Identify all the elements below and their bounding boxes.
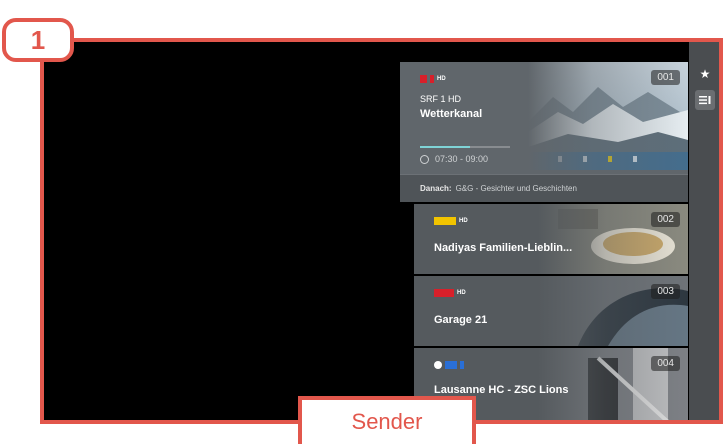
program-time: 07:30 - 09:00 bbox=[420, 154, 488, 164]
channel-list-icon[interactable] bbox=[695, 90, 715, 110]
channel-program-title: Lausanne HC - ZSC Lions bbox=[434, 384, 569, 396]
channel-number: 001 bbox=[651, 70, 680, 85]
tv-screen-frame: HD 001 SRF 1 HD Wetterkanal 07:30 - 09:0… bbox=[40, 38, 723, 424]
srf1-logo: HD bbox=[420, 74, 446, 84]
program-time-text: 07:30 - 09:00 bbox=[435, 154, 489, 164]
program-progress-fill bbox=[420, 146, 470, 148]
next-label: Danach: bbox=[420, 184, 452, 193]
channel-logo: HD bbox=[434, 216, 468, 226]
clock-icon bbox=[420, 154, 429, 164]
channel-card[interactable]: HD 003 Garage 21 bbox=[414, 276, 688, 346]
channel-number: 004 bbox=[651, 356, 680, 371]
featured-channel-card[interactable]: HD 001 SRF 1 HD Wetterkanal 07:30 - 09:0… bbox=[400, 62, 688, 202]
channel-number: 003 bbox=[651, 284, 680, 299]
next-program-title: G&G - Gesichter und Geschichten bbox=[455, 184, 577, 193]
channel-list[interactable]: HD 001 SRF 1 HD Wetterkanal 07:30 - 09:0… bbox=[400, 42, 688, 420]
side-rail: ★ bbox=[689, 42, 719, 420]
channel-card[interactable]: HD 002 Nadiyas Familien-Lieblin... bbox=[414, 204, 688, 274]
caption-label: Sender bbox=[298, 396, 476, 444]
channel-logo: HD bbox=[434, 288, 466, 298]
channel-name: SRF 1 HD bbox=[420, 94, 462, 104]
program-title: Wetterkanal bbox=[420, 108, 483, 120]
list-glyph bbox=[699, 96, 711, 105]
star-icon[interactable]: ★ bbox=[695, 64, 715, 84]
channel-program-title: Garage 21 bbox=[434, 314, 488, 326]
step-badge: 1 bbox=[2, 18, 74, 62]
channel-number: 002 bbox=[651, 212, 680, 227]
channel-program-title: Nadiyas Familien-Lieblin... bbox=[434, 242, 573, 254]
program-progress bbox=[420, 146, 510, 148]
next-program: Danach: G&G - Gesichter und Geschichten bbox=[400, 174, 688, 202]
channel-logo bbox=[434, 360, 464, 370]
